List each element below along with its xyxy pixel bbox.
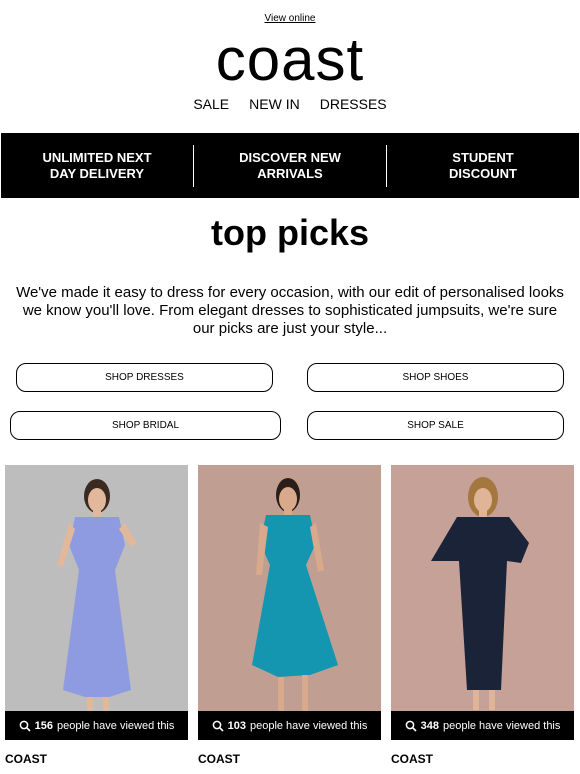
product-card[interactable]: 103 people have viewed this COAST [198,465,381,766]
shop-bridal-button[interactable]: SHOP BRIDAL [10,411,281,440]
search-icon [212,720,224,732]
product-image[interactable]: 348 people have viewed this [391,465,574,740]
promo-banner: UNLIMITED NEXT DAY DELIVERY DISCOVER NEW… [1,133,579,198]
product-image[interactable]: 103 people have viewed this [198,465,381,740]
view-online: View online [0,13,580,24]
banner-student-discount[interactable]: STUDENT DISCOUNT [387,150,579,182]
banner-delivery[interactable]: UNLIMITED NEXT DAY DELIVERY [1,150,193,182]
shop-shoes-button[interactable]: SHOP SHOES [307,363,564,392]
view-count-bar: 103 people have viewed this [198,711,381,740]
nav-sale[interactable]: SALE [193,96,229,112]
view-count-label: people have viewed this [249,719,368,732]
view-count: 103 [227,719,246,732]
view-count: 348 [420,719,439,732]
product-image[interactable]: 156 people have viewed this [5,465,188,740]
search-icon [405,720,417,732]
intro-text: We've made it easy to dress for every oc… [16,284,564,337]
view-count: 156 [34,719,53,732]
banner-new-arrivals[interactable]: DISCOVER NEW ARRIVALS [194,150,386,182]
nav-dresses[interactable]: DRESSES [320,96,387,112]
shop-sale-button[interactable]: SHOP SALE [307,411,564,440]
product-brand: COAST [391,752,433,766]
view-count-label: people have viewed this [442,719,561,732]
view-count-label: people have viewed this [56,719,175,732]
product-brand: COAST [198,752,240,766]
view-count-bar: 348 people have viewed this [391,711,574,740]
search-icon [19,720,31,732]
shop-dresses-button[interactable]: SHOP DRESSES [16,363,273,392]
brand-logo[interactable]: coast [0,24,580,96]
nav-new-in[interactable]: NEW IN [249,96,300,112]
section-title: top picks [210,212,370,253]
product-card[interactable]: 156 people have viewed this COAST [5,465,188,766]
product-brand: COAST [5,752,47,766]
view-count-bar: 156 people have viewed this [5,711,188,740]
view-online-link[interactable]: View online [265,13,316,24]
top-nav: SALE NEW IN DRESSES [0,96,580,112]
product-card[interactable]: 348 people have viewed this COAST [391,465,574,766]
